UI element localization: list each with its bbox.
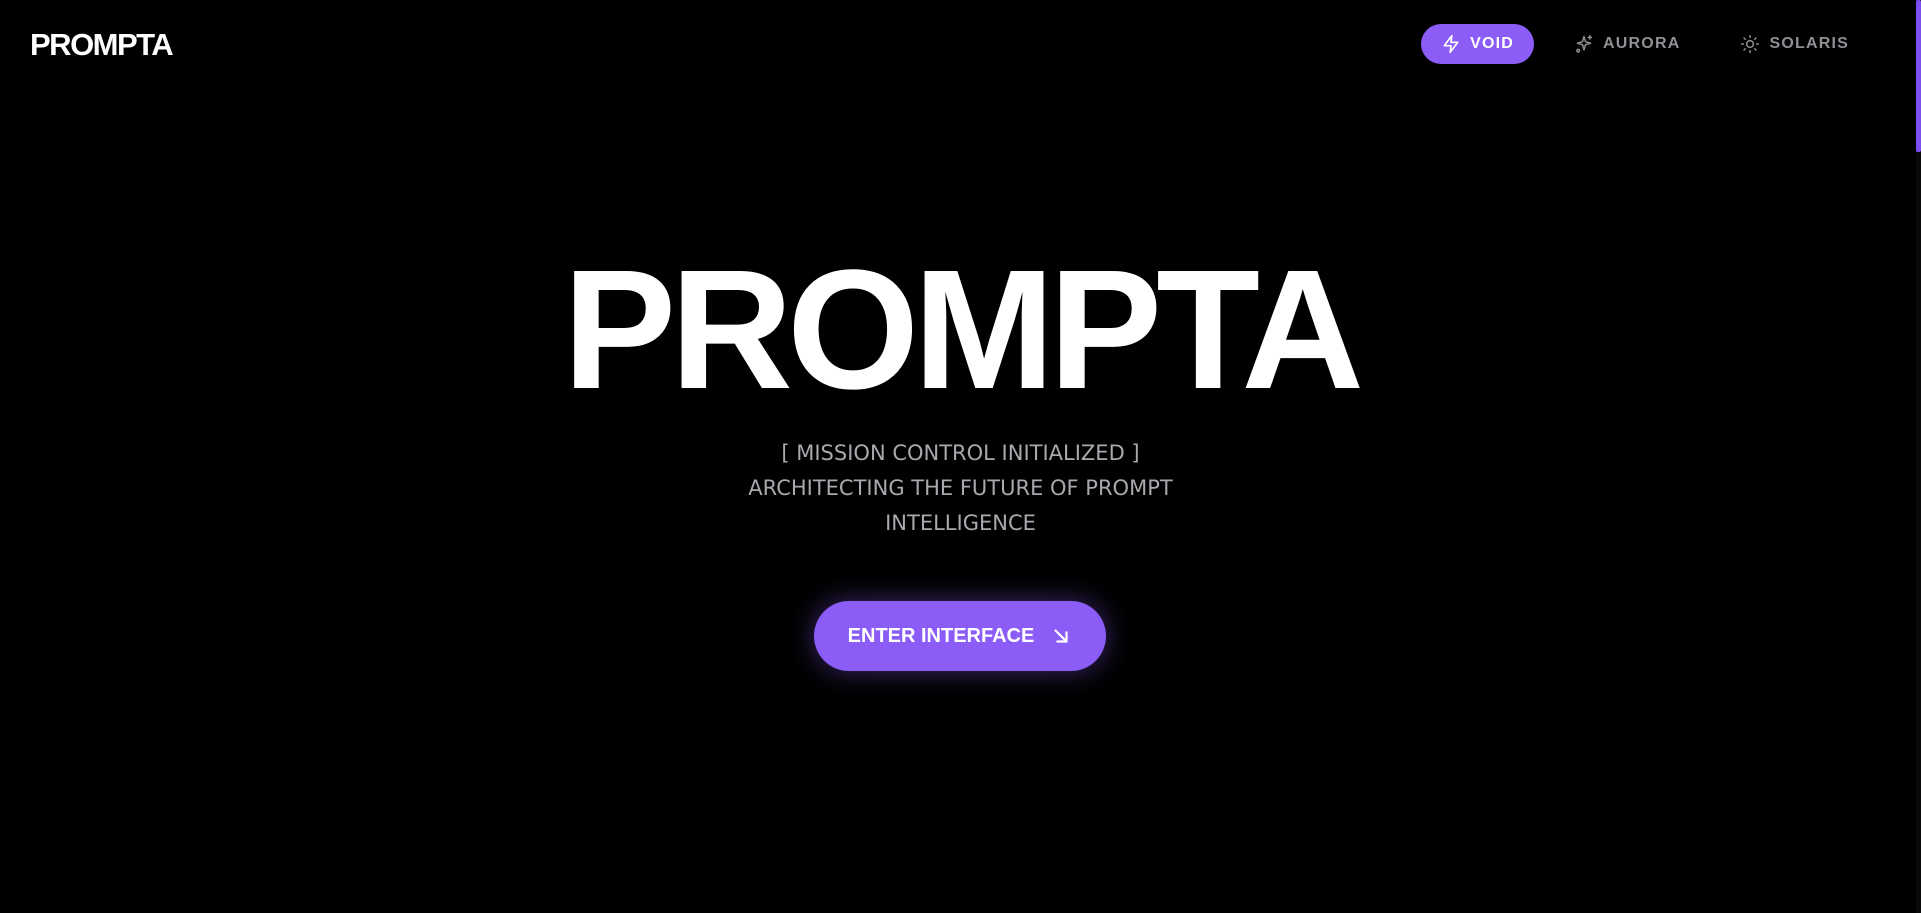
arrow-down-right-icon bbox=[1054, 629, 1068, 643]
sparkles-icon bbox=[1576, 34, 1593, 53]
landing-page: PROMPTA VOID AURORA SOLARIS PROMPTA [MI… bbox=[0, 0, 1921, 913]
theme-void-label: VOID bbox=[1470, 35, 1515, 52]
subtitle-line: ARCHITECTING THE FUTURE OF PROMPT bbox=[748, 476, 1173, 500]
subtitle-line: INTELLIGENCE bbox=[885, 511, 1036, 535]
theme-aurora-label: AURORA bbox=[1603, 35, 1681, 52]
logo[interactable]: PROMPTA bbox=[30, 26, 174, 64]
theme-solaris-button[interactable]: SOLARIS bbox=[1720, 24, 1869, 64]
subtitle-line: [ MISSION CONTROL INITIALIZED ] bbox=[781, 441, 1140, 465]
theme-solaris-label: SOLARIS bbox=[1769, 35, 1849, 52]
enter-interface-label: ENTER INTERFACE bbox=[847, 624, 1035, 647]
theme-void-button[interactable]: VOID bbox=[1421, 24, 1535, 64]
enter-interface-button[interactable]: ENTER INTERFACE bbox=[814, 601, 1106, 671]
sun-icon bbox=[1741, 34, 1760, 54]
scrollbar[interactable] bbox=[1916, 0, 1921, 913]
hero-subtitle: [ MISSION CONTROL INITIALIZED ] ARCHITEC… bbox=[0, 436, 1921, 541]
lightning-icon bbox=[1443, 34, 1459, 54]
hero-title: PROMPTA bbox=[562, 235, 1364, 425]
theme-aurora-button[interactable]: AURORA bbox=[1554, 24, 1700, 64]
scrollbar-thumb[interactable] bbox=[1916, 0, 1921, 152]
theme-switcher: VOID AURORA SOLARIS bbox=[1421, 24, 1869, 64]
